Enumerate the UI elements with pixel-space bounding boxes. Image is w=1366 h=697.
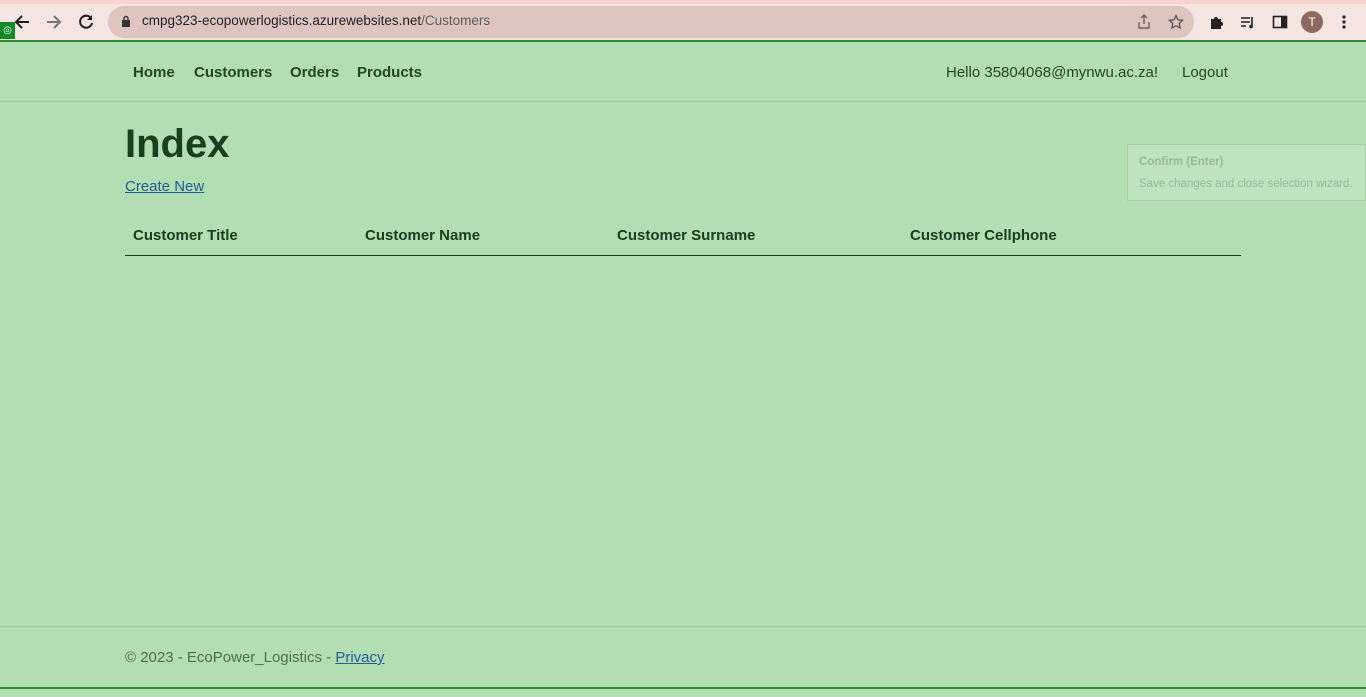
- site-navbar: Home Customers Orders Products Hello 358…: [0, 42, 1366, 102]
- column-header-customer-name: Customer Name: [365, 227, 481, 244]
- url-host: cmpg323-ecopowerlogistics.azurewebsites.…: [142, 13, 422, 28]
- lock-icon[interactable]: [121, 15, 131, 27]
- column-header-customer-title: Customer Title: [133, 227, 238, 244]
- forward-icon[interactable]: [43, 11, 65, 33]
- tab-strip-edge: [0, 0, 1366, 4]
- privacy-link[interactable]: Privacy: [335, 649, 384, 666]
- nav-home[interactable]: Home: [133, 64, 175, 81]
- star-icon[interactable]: [1167, 13, 1185, 31]
- browser-toolbar: cmpg323-ecopowerlogistics.azurewebsites.…: [0, 0, 1366, 42]
- customers-table: Customer Title Customer Name Customer Su…: [125, 216, 1241, 256]
- tooltip-title: Confirm (Enter): [1139, 156, 1224, 168]
- reload-icon[interactable]: [75, 11, 97, 33]
- profile-avatar[interactable]: T: [1301, 11, 1323, 33]
- nav-products[interactable]: Products: [357, 64, 422, 81]
- menu-icon[interactable]: [1333, 11, 1355, 33]
- extension-badge-icon[interactable]: ◎: [0, 22, 15, 39]
- address-bar[interactable]: cmpg323-ecopowerlogistics.azurewebsites.…: [108, 6, 1194, 38]
- extensions-icon[interactable]: [1205, 11, 1227, 33]
- url-path: /Customers: [421, 13, 491, 28]
- user-greeting-link[interactable]: Hello 35804068@mynwu.ac.za!: [946, 64, 1158, 81]
- footer-text: © 2023 - EcoPower_Logistics - Privacy: [125, 649, 385, 666]
- logout-button[interactable]: Logout: [1182, 64, 1228, 81]
- url-text[interactable]: cmpg323-ecopowerlogistics.azurewebsites.…: [142, 13, 490, 28]
- share-icon[interactable]: [1135, 13, 1153, 31]
- column-header-customer-surname: Customer Surname: [617, 227, 756, 244]
- tooltip-body: Save changes and close selection wizard.: [1139, 178, 1353, 190]
- nav-customers[interactable]: Customers: [194, 64, 272, 81]
- bottom-accent-line: [0, 687, 1366, 689]
- reading-list-icon[interactable]: [1237, 11, 1259, 33]
- copyright-text: © 2023 - EcoPower_Logistics -: [125, 649, 336, 666]
- confirm-tooltip: Confirm (Enter) Save changes and close s…: [1127, 144, 1366, 201]
- side-panel-icon[interactable]: [1269, 11, 1291, 33]
- column-header-customer-cellphone: Customer Cellphone: [910, 227, 1057, 244]
- nav-orders[interactable]: Orders: [290, 64, 339, 81]
- site-footer: © 2023 - EcoPower_Logistics - Privacy: [0, 626, 1366, 687]
- create-new-link[interactable]: Create New: [125, 178, 204, 195]
- page-title: Index: [125, 122, 230, 166]
